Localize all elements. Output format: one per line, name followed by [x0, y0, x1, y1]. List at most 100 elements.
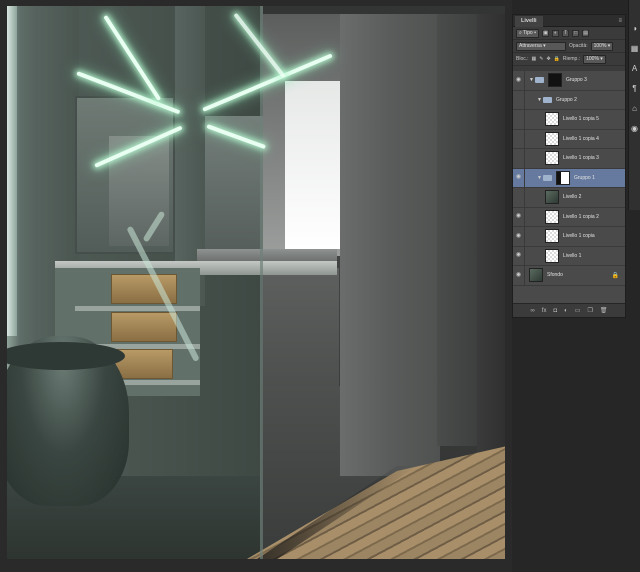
layer-row[interactable]: ◉ ▼ Gruppo 1	[513, 168, 625, 188]
wooden-drawer	[111, 312, 177, 342]
eye-icon[interactable]: ◉	[513, 226, 525, 246]
eye-icon[interactable]: ◉	[513, 70, 525, 90]
layer-thumbnail[interactable]	[545, 131, 559, 146]
eye-icon[interactable]: ◉	[513, 265, 525, 285]
layer-name: Sfondo	[547, 272, 563, 279]
folder-icon	[543, 96, 552, 103]
link-layers-icon[interactable]: ∞	[531, 308, 535, 314]
layer-row[interactable]: Livello 1 copia 4	[513, 129, 625, 149]
blend-mode-select[interactable]: Attraversa ▾	[516, 41, 566, 51]
layer-name: Livello 1 copia 4	[563, 135, 599, 142]
eye-icon[interactable]: ◉	[513, 246, 525, 266]
layer-name: Gruppo 3	[566, 77, 587, 84]
lock-move-icon[interactable]: ✥	[546, 55, 550, 64]
eye-hidden-icon[interactable]	[513, 129, 525, 149]
lock-icon: 🔒	[611, 272, 619, 279]
adjustments-icon[interactable]: ◉	[631, 124, 638, 134]
layer-name: Livello 1 copia	[563, 233, 595, 240]
folder-icon	[535, 77, 544, 84]
filter-type-icon[interactable]: T	[562, 29, 570, 37]
layer-mask-thumbnail[interactable]	[556, 170, 570, 185]
filter-shape-icon[interactable]: □	[572, 29, 580, 37]
glass-edge-highlight	[7, 6, 17, 336]
character-icon[interactable]: A	[632, 64, 637, 74]
transform-icon[interactable]: ⌂	[632, 104, 637, 114]
layer-thumbnail[interactable]	[545, 229, 559, 244]
document-image[interactable]	[7, 6, 505, 559]
filter-adjustment-icon[interactable]: ◐	[552, 29, 560, 37]
eye-hidden-icon[interactable]	[513, 90, 525, 110]
blend-mode-value: Attraversa	[519, 42, 542, 49]
layer-name: Livello 1	[563, 252, 582, 259]
filter-kind-value: Tipo	[523, 29, 533, 36]
panel-tabbar: Livelli ≡	[513, 15, 625, 27]
fill-label: Riemp.:	[562, 55, 581, 62]
filter-pixel-icon[interactable]: ▣	[542, 29, 550, 37]
layer-name: Gruppo 2	[556, 96, 577, 103]
filter-kind-select[interactable]: ⌕ Tipo ▾	[516, 28, 540, 38]
layer-row[interactable]: ◉ Livello 1 copia 2	[513, 207, 625, 227]
layer-thumbnail[interactable]	[545, 248, 559, 263]
new-group-icon[interactable]: ▭	[575, 307, 581, 314]
eye-icon[interactable]: ◉	[513, 207, 525, 227]
panel-dock-strip: ◑ ▦ A ¶ ⌂ ◉	[628, 0, 640, 210]
glass-seam	[260, 6, 263, 559]
folder-icon	[543, 174, 552, 181]
tab-layers[interactable]: Livelli	[515, 16, 543, 27]
layer-mask-thumbnail[interactable]	[548, 73, 562, 88]
layer-thumbnail[interactable]	[529, 268, 543, 283]
fill-value: 100%	[586, 55, 599, 62]
layer-row[interactable]: ◉ Sfondo 🔒	[513, 265, 625, 286]
eye-hidden-icon[interactable]	[513, 187, 525, 207]
layer-row[interactable]: ◉ ▼ Gruppo 3	[513, 70, 625, 91]
layer-row[interactable]: Livello 2	[513, 187, 625, 208]
layer-name: Livello 1 copia 3	[563, 155, 599, 162]
bright-window	[285, 81, 340, 249]
opacity-value: 100%	[593, 42, 607, 49]
layers-list[interactable]: ◉ ▼ Gruppo 3 ▼ Gruppo 2 Livello 1 copia 5 Live…	[513, 70, 625, 303]
blend-row: Attraversa ▾ Opacità: 100% ▾	[513, 40, 625, 53]
lock-transparent-icon[interactable]: ▦	[532, 55, 537, 64]
lock-label: Bloc.:	[516, 55, 529, 62]
layer-row[interactable]: Livello 1 copia 5	[513, 109, 625, 130]
eye-icon[interactable]: ◉	[513, 168, 525, 188]
layer-name: Livello 1 copia 2	[563, 213, 599, 220]
layer-style-icon[interactable]: fx	[542, 308, 547, 314]
opacity-label: Opacità:	[569, 42, 588, 49]
lock-brush-icon[interactable]: ✎	[539, 55, 543, 64]
layer-thumbnail[interactable]	[545, 112, 559, 127]
swatches-icon[interactable]: ▦	[631, 44, 639, 54]
layers-panel: Livelli ≡ ⌕ Tipo ▾ ▣ ◐ T □ ▤ Attraversa …	[512, 14, 626, 318]
shelf	[75, 306, 200, 311]
layer-thumbnail[interactable]	[545, 151, 559, 166]
layer-name: Livello 2	[563, 194, 582, 201]
canvas-workspace[interactable]	[0, 0, 512, 572]
layer-row[interactable]: Livello 1 copia 3	[513, 148, 625, 169]
concrete-column	[340, 6, 440, 476]
fill-field[interactable]: 100% ▾	[583, 54, 606, 64]
panel-footer: ∞ fx ◘ ◐ ▭ ❐ 🗑	[513, 303, 625, 317]
opacity-field[interactable]: 100% ▾	[590, 41, 614, 51]
layer-name: Livello 1 copia 5	[563, 116, 599, 123]
layer-row[interactable]: ▼ Gruppo 2	[513, 90, 625, 110]
trash-icon[interactable]: 🗑	[600, 307, 608, 314]
layer-row[interactable]: ◉ Livello 1	[513, 246, 625, 266]
color-panel-icon[interactable]: ◑	[632, 24, 637, 34]
paragraph-icon[interactable]: ¶	[632, 84, 636, 94]
ceiling-edge	[263, 6, 505, 14]
adjustment-layer-icon[interactable]: ◐	[564, 308, 568, 314]
layer-thumbnail[interactable]	[545, 209, 559, 224]
eye-hidden-icon[interactable]	[513, 109, 525, 129]
lock-all-icon[interactable]: 🔒	[554, 55, 560, 64]
add-mask-icon[interactable]: ◘	[553, 308, 557, 314]
panel-menu-icon[interactable]: ≡	[618, 17, 622, 25]
filter-smartobject-icon[interactable]: ▤	[582, 29, 590, 37]
layer-thumbnail[interactable]	[545, 190, 559, 205]
layer-name: Gruppo 1	[574, 174, 595, 181]
new-layer-icon[interactable]: ❐	[587, 307, 592, 314]
concrete-column-side	[437, 6, 477, 446]
layer-row[interactable]: ◉ Livello 1 copia	[513, 226, 625, 247]
eye-hidden-icon[interactable]	[513, 148, 525, 168]
lock-row: Bloc.: ▦ ✎ ✥ 🔒 Riemp.: 100% ▾	[513, 53, 625, 66]
filter-row: ⌕ Tipo ▾ ▣ ◐ T □ ▤	[513, 27, 625, 40]
